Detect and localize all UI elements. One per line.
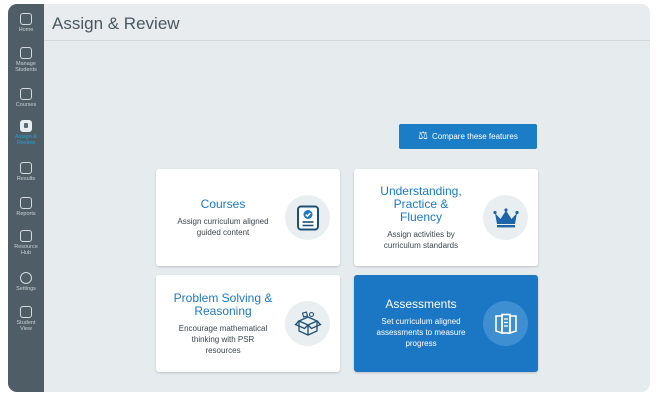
compare-features-label: Compare these features [432, 132, 518, 141]
page-title: Assign & Review [52, 14, 180, 33]
scale-icon: ⚖ [418, 130, 429, 142]
compare-features-button[interactable]: ⚖ Compare these features [399, 124, 537, 149]
assessment-icon [483, 301, 528, 346]
card-text: Courses Assign curriculum aligned guided… [162, 169, 284, 266]
sidebar-item-label: Manage Students [15, 61, 37, 73]
card-description: Set curriculum aligned assessments to me… [376, 317, 466, 348]
home-icon [20, 13, 32, 25]
card-text: Problem Solving & Reasoning Encourage ma… [162, 275, 284, 372]
sidebar-item-label: Results [16, 176, 36, 182]
settings-icon [20, 272, 32, 284]
course-badge-icon [285, 195, 330, 240]
sidebar-item-label: Resource Hub [14, 244, 38, 256]
crown-icon [483, 195, 528, 240]
sidebar-item-label: Home [18, 27, 34, 33]
card-courses[interactable]: Courses Assign curriculum aligned guided… [156, 169, 340, 266]
app-window: Home Manage Students Courses Assign & Re… [8, 4, 650, 392]
card-description: Assign activities by curriculum standard… [383, 229, 459, 250]
card-description: Assign curriculum aligned guided content [177, 216, 269, 237]
top-bar: Assign & Review [44, 4, 650, 41]
card-description: Encourage mathematical thinking with PSR… [178, 323, 268, 355]
sidebar-item-results[interactable]: Results [8, 162, 44, 182]
sidebar-item-settings[interactable]: Settings [8, 272, 44, 292]
sidebar-item-manage-students[interactable]: Manage Students [8, 47, 44, 73]
sidebar-item-resource-hub[interactable]: Resource Hub [8, 230, 44, 256]
card-understanding-practice-fluency[interactable]: Understanding, Practice & Fluency Assign… [354, 169, 538, 266]
sidebar-item-home[interactable]: Home [8, 13, 44, 33]
card-text: Understanding, Practice & Fluency Assign… [360, 169, 482, 266]
sidebar-item-label: Reports [16, 211, 36, 217]
sidebar-item-courses[interactable]: Courses [8, 88, 44, 108]
sidebar-item-label: Assign & Review [15, 134, 37, 146]
reports-icon [20, 197, 32, 209]
sidebar-item-assign-review[interactable]: Assign & Review [8, 120, 44, 146]
box-icon [285, 301, 330, 346]
courses-icon [20, 88, 32, 100]
card-assessments[interactable]: Assessments Set curriculum aligned asses… [354, 275, 538, 372]
main-content: ⚖ Compare these features Courses Assign … [44, 41, 650, 392]
card-title: Problem Solving & Reasoning [173, 290, 273, 318]
sidebar-item-label: Settings [16, 286, 36, 292]
students-icon [20, 47, 32, 59]
sidebar: Home Manage Students Courses Assign & Re… [8, 4, 44, 392]
card-title: Understanding, Practice & Fluency [380, 183, 462, 224]
card-title: Courses [200, 196, 246, 211]
results-icon [20, 162, 32, 174]
student-view-icon [20, 306, 32, 318]
sidebar-item-reports[interactable]: Reports [8, 197, 44, 217]
sidebar-item-label: Student View [16, 320, 36, 332]
card-problem-solving-reasoning[interactable]: Problem Solving & Reasoning Encourage ma… [156, 275, 340, 372]
card-title: Assessments [385, 297, 457, 311]
resource-hub-icon [20, 230, 32, 242]
sidebar-item-student-view[interactable]: Student View [8, 306, 44, 332]
assign-review-icon [20, 120, 32, 132]
card-text: Assessments Set curriculum aligned asses… [360, 275, 482, 372]
sidebar-item-label: Courses [15, 102, 37, 108]
